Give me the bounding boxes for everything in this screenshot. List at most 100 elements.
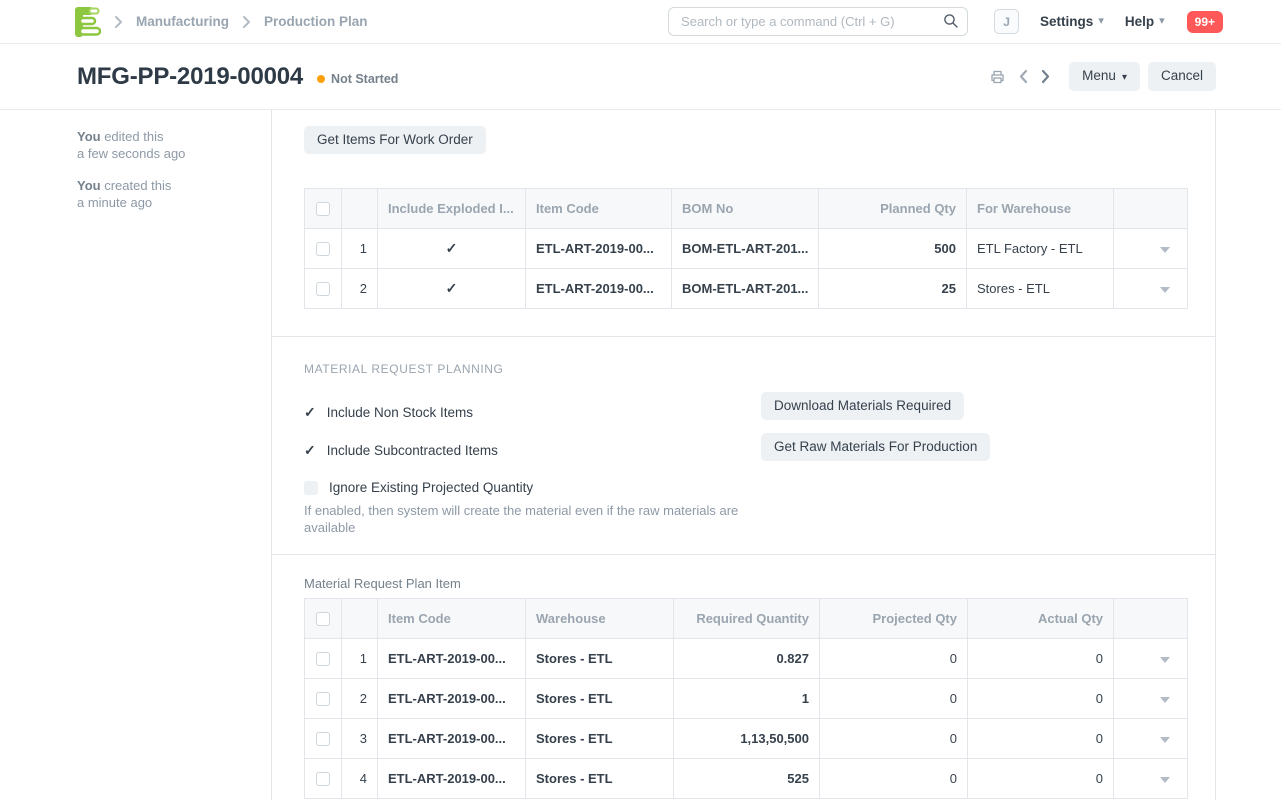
- chevron-down-icon[interactable]: [1160, 657, 1170, 663]
- actual-qty-header: Actual Qty: [968, 599, 1114, 639]
- edited-by-entry: You edited this a few seconds ago: [77, 128, 247, 162]
- table-row[interactable]: 1 ETL-ART-2019-00... Stores - ETL 0.827 …: [305, 639, 1188, 679]
- item-code-header: Item Code: [526, 189, 672, 229]
- row-actions-cell: [1114, 229, 1188, 269]
- previous-document-button[interactable]: [1017, 67, 1030, 86]
- row-select-cell: [305, 719, 342, 759]
- actions-header: [1114, 189, 1188, 229]
- select-all-cell: [305, 189, 342, 229]
- get-items-for-work-order-button[interactable]: Get Items For Work Order: [304, 126, 486, 154]
- print-button[interactable]: [987, 67, 1008, 87]
- breadcrumb-chevron-icon: [114, 15, 123, 29]
- chevron-down-icon: ▾: [1122, 72, 1127, 83]
- check-icon: ✓: [446, 240, 458, 256]
- row-index: 1: [342, 639, 378, 679]
- table-row[interactable]: 4 ETL-ART-2019-00... Stores - ETL 525 0 …: [305, 759, 1188, 799]
- page-actions: Menu▾ Cancel: [987, 62, 1216, 90]
- ignore-existing-projected-quantity-checkbox[interactable]: Ignore Existing Projected Quantity: [304, 480, 761, 495]
- projected-qty-header: Projected Qty: [820, 599, 968, 639]
- breadcrumb-manufacturing[interactable]: Manufacturing: [136, 14, 229, 29]
- warehouse-cell: Stores - ETL: [526, 639, 674, 679]
- warehouse-cell: Stores - ETL: [526, 759, 674, 799]
- item-code-cell: ETL-ART-2019-00...: [378, 719, 526, 759]
- breadcrumb-production-plan[interactable]: Production Plan: [264, 14, 368, 29]
- actual-qty-cell: 0: [968, 679, 1114, 719]
- mr-plan-item-grid: Item Code Warehouse Required Quantity Pr…: [304, 598, 1188, 799]
- row-checkbox[interactable]: [316, 282, 330, 296]
- form-sidebar: You edited this a few seconds ago You cr…: [0, 110, 271, 800]
- bom-no-cell: BOM-ETL-ART-201...: [672, 269, 819, 309]
- include-exploded-cell[interactable]: ✓: [378, 269, 526, 309]
- row-index: 2: [342, 269, 378, 309]
- chevron-down-icon[interactable]: [1160, 697, 1170, 703]
- checkbox-help-text: If enabled, then system will create the …: [304, 502, 744, 536]
- search-icon[interactable]: [943, 13, 959, 32]
- breadcrumb-chevron-icon: [242, 15, 251, 29]
- get-raw-materials-for-production-button[interactable]: Get Raw Materials For Production: [761, 433, 990, 461]
- row-select-cell: [305, 229, 342, 269]
- created-by-entry: You created this a minute ago: [77, 177, 247, 211]
- global-search: [668, 7, 968, 36]
- select-all-checkbox[interactable]: [316, 202, 330, 216]
- settings-menu[interactable]: Settings ▾: [1040, 14, 1104, 29]
- chevron-down-icon[interactable]: [1160, 287, 1170, 293]
- include-subcontracted-items-checkbox[interactable]: ✓ Include Subcontracted Items: [304, 442, 761, 459]
- row-checkbox[interactable]: [316, 772, 330, 786]
- chevron-down-icon: ▾: [1098, 16, 1104, 27]
- row-select-cell: [305, 639, 342, 679]
- chevron-right-icon: [1041, 69, 1050, 84]
- row-index: 4: [342, 759, 378, 799]
- row-select-cell: [305, 759, 342, 799]
- next-document-button[interactable]: [1039, 67, 1052, 86]
- help-label: Help: [1125, 14, 1154, 29]
- table-row[interactable]: 2 ETL-ART-2019-00... Stores - ETL 1 0 0: [305, 679, 1188, 719]
- row-actions-cell: [1114, 759, 1188, 799]
- chevron-down-icon[interactable]: [1160, 737, 1170, 743]
- page-head: MFG-PP-2019-00004 Not Started Menu▾ Canc…: [0, 44, 1281, 110]
- app-logo[interactable]: [75, 7, 101, 37]
- row-checkbox[interactable]: [316, 652, 330, 666]
- search-input[interactable]: [668, 7, 968, 36]
- status-label: Not Started: [331, 72, 398, 86]
- row-checkbox[interactable]: [316, 732, 330, 746]
- index-header: [342, 599, 378, 639]
- unchecked-checkbox-icon: [304, 481, 318, 495]
- row-checkbox[interactable]: [316, 692, 330, 706]
- include-exploded-cell[interactable]: ✓: [378, 229, 526, 269]
- avatar[interactable]: J: [994, 9, 1019, 34]
- item-code-cell: ETL-ART-2019-00...: [378, 639, 526, 679]
- menu-button[interactable]: Menu▾: [1069, 62, 1140, 90]
- chevron-down-icon[interactable]: [1160, 247, 1170, 253]
- row-index: 2: [342, 679, 378, 719]
- row-checkbox[interactable]: [316, 242, 330, 256]
- select-all-cell: [305, 599, 342, 639]
- item-code-cell: ETL-ART-2019-00...: [378, 759, 526, 799]
- planned-qty-cell: 500: [819, 229, 967, 269]
- chevron-left-icon: [1019, 69, 1028, 84]
- checkbox-column: ✓ Include Non Stock Items ✓ Include Subc…: [304, 392, 761, 536]
- status-dot-icon: [317, 75, 325, 83]
- table-row[interactable]: 2 ✓ ETL-ART-2019-00... BOM-ETL-ART-201..…: [305, 269, 1188, 309]
- table-row[interactable]: 1 ✓ ETL-ART-2019-00... BOM-ETL-ART-201..…: [305, 229, 1188, 269]
- check-icon: ✓: [304, 442, 316, 459]
- section-heading: MATERIAL REQUEST PLANNING: [304, 362, 1185, 376]
- item-code-cell: ETL-ART-2019-00...: [378, 679, 526, 719]
- chevron-down-icon[interactable]: [1160, 777, 1170, 783]
- actual-qty-cell: 0: [968, 759, 1114, 799]
- bom-no-header: BOM No: [672, 189, 819, 229]
- download-materials-required-button[interactable]: Download Materials Required: [761, 392, 964, 420]
- grid-header-row: Item Code Warehouse Required Quantity Pr…: [305, 599, 1188, 639]
- form-body: Get Items For Work Order Include Explode…: [271, 110, 1216, 800]
- for-warehouse-header: For Warehouse: [967, 189, 1114, 229]
- warehouse-header: Warehouse: [526, 599, 674, 639]
- planned-qty-cell: 25: [819, 269, 967, 309]
- section-items: Get Items For Work Order Include Explode…: [272, 110, 1215, 337]
- select-all-checkbox[interactable]: [316, 612, 330, 626]
- notifications-badge[interactable]: 99+: [1187, 11, 1223, 33]
- help-menu[interactable]: Help ▾: [1125, 14, 1165, 29]
- cancel-button[interactable]: Cancel: [1148, 62, 1216, 90]
- warehouse-cell: Stores - ETL: [526, 719, 674, 759]
- table-row[interactable]: 3 ETL-ART-2019-00... Stores - ETL 1,13,5…: [305, 719, 1188, 759]
- include-non-stock-items-checkbox[interactable]: ✓ Include Non Stock Items: [304, 404, 761, 421]
- po-items-grid: Include Exploded I... Item Code BOM No P…: [304, 188, 1188, 309]
